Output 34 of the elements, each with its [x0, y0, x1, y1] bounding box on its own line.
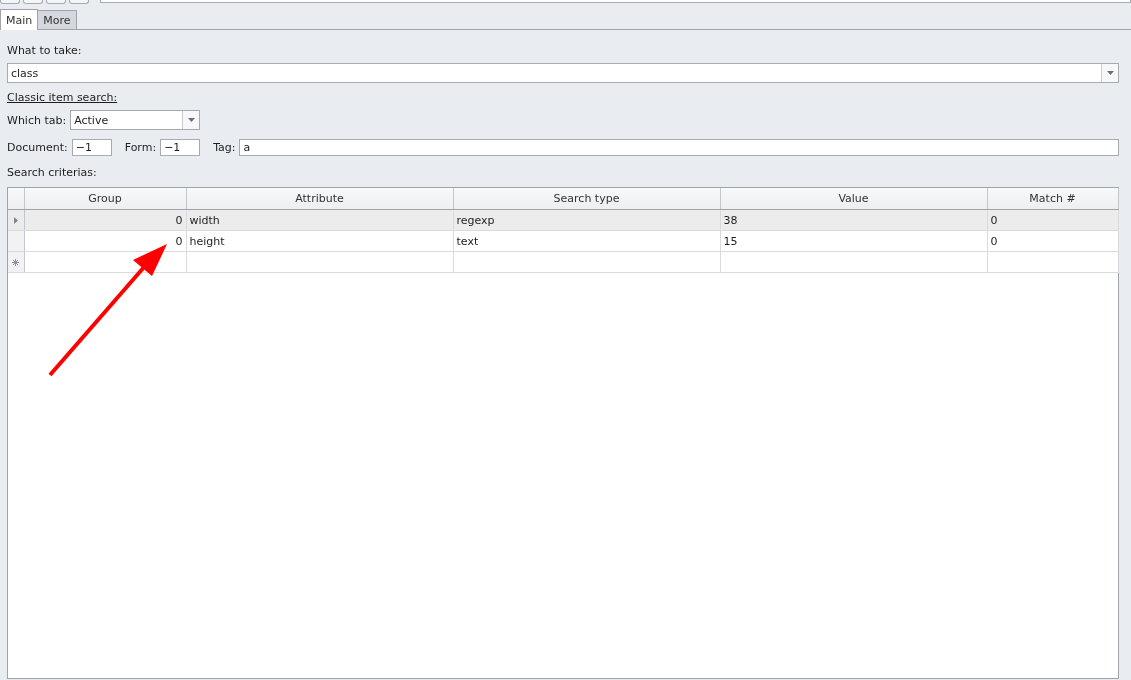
input-field[interactable]: a	[239, 139, 1119, 156]
field-label: Form:	[124, 141, 157, 154]
column-header[interactable]: Match #	[987, 188, 1118, 210]
field-label: Which tab:	[7, 113, 67, 127]
table-cell: 38	[720, 209, 987, 231]
toolbar-button[interactable]	[69, 0, 89, 4]
dropdown-arrow-icon	[187, 118, 195, 122]
toolbar-button[interactable]	[46, 0, 66, 4]
toolbar-button[interactable]	[0, 0, 20, 4]
column-header[interactable]: Search type	[453, 188, 720, 210]
field-label: What to take:	[7, 44, 83, 57]
table-cell: regexp	[453, 209, 720, 231]
dropdown-field[interactable]: class	[7, 63, 1119, 83]
table-cell: 0	[987, 230, 1118, 252]
field-label: Search criterias:	[7, 166, 98, 179]
dropdown-field[interactable]: Active	[70, 110, 201, 130]
column-header[interactable]: Value	[720, 188, 987, 210]
field-label: Tag:	[213, 141, 236, 154]
column-header[interactable]: Attribute	[186, 188, 453, 210]
tab[interactable]: Main	[0, 9, 39, 30]
table-cell: height	[186, 230, 453, 252]
dropdown-arrow-icon	[1106, 71, 1114, 75]
current-row-icon	[13, 216, 18, 224]
new-row-icon	[12, 258, 20, 266]
toolbar-button[interactable]	[23, 0, 43, 4]
section-link[interactable]: Classic item search:	[7, 91, 118, 104]
field-label: Document:	[7, 141, 68, 154]
input-field[interactable]: −1	[160, 139, 201, 156]
column-header[interactable]: Group	[24, 188, 186, 210]
table-cell: 15	[720, 230, 987, 252]
tab[interactable]: More	[37, 10, 77, 29]
table-cell: width	[186, 209, 453, 231]
input-field[interactable]: −1	[71, 139, 112, 156]
table-cell: text	[453, 230, 720, 252]
